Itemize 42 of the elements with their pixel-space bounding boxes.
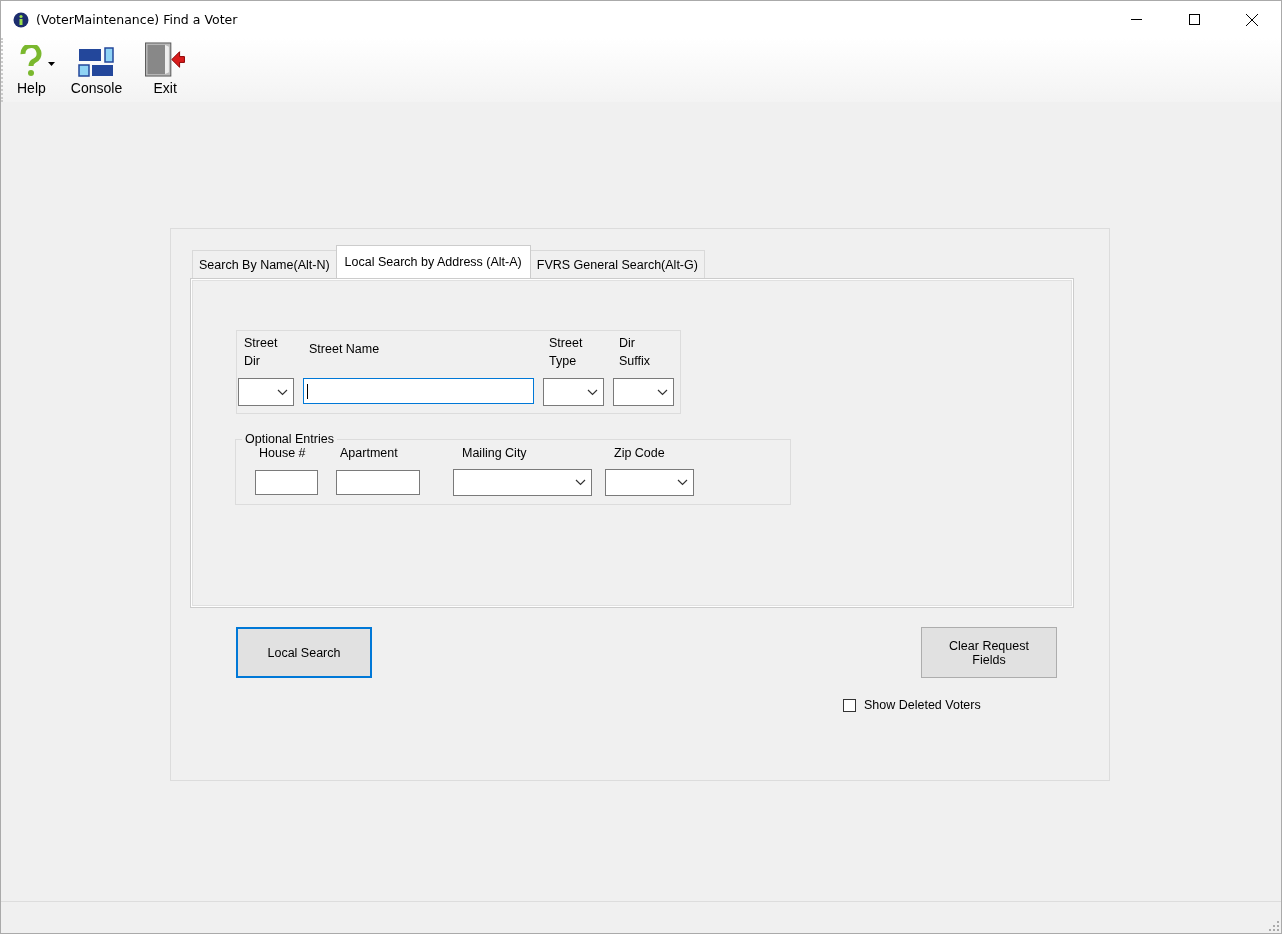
push-button[interactable]: Local Search [236, 627, 372, 678]
input-field[interactable] [336, 470, 420, 495]
field-label: Street Name [308, 341, 381, 358]
dropdown-field[interactable] [543, 378, 604, 406]
dropdown-caret-icon[interactable] [47, 62, 55, 66]
toolbar-button[interactable]: Help [11, 38, 52, 98]
info-person-icon [13, 11, 29, 28]
tab[interactable]: FVRS General Search(Alt-G) [529, 250, 705, 278]
input-field[interactable] [255, 470, 318, 495]
field-label: Apartment [339, 446, 399, 462]
dropdown-field[interactable] [605, 469, 694, 496]
dropdown-field[interactable] [453, 469, 592, 496]
minimize-icon [1130, 19, 1142, 20]
chevron-down-icon [677, 479, 688, 486]
input-field[interactable] [303, 378, 534, 404]
toolbar-button[interactable]: Console [64, 38, 129, 98]
chevron-down-icon [575, 479, 586, 486]
resize-grip-icon [1269, 921, 1279, 931]
tab[interactable]: Search By Name(Alt-N) [192, 250, 337, 278]
chevron-down-icon [657, 388, 668, 396]
panels-icon [78, 47, 115, 77]
dropdown-field[interactable] [613, 378, 674, 406]
field-label: House # [258, 446, 307, 462]
field-label: Zip Code [613, 446, 666, 462]
question-mark-icon [20, 45, 43, 77]
tab[interactable]: Local Search by Address (Alt-A) [335, 245, 531, 278]
door-arrow-icon [144, 42, 187, 77]
field-label: Mailing City [461, 446, 528, 462]
close-icon [1246, 13, 1258, 26]
checkbox-label: Show Deleted Voters [864, 698, 981, 712]
push-button[interactable]: Clear Request Fields [921, 627, 1057, 678]
chevron-down-icon [587, 388, 598, 396]
chevron-down-icon [277, 388, 288, 396]
window-title: (VoterMaintenance) Find a Voter [36, 12, 239, 27]
field-label: Dir Suffix [618, 335, 652, 370]
toolbar-button[interactable]: Exit [138, 38, 193, 98]
dropdown-field[interactable] [238, 378, 294, 406]
field-label: Street Type [548, 335, 584, 370]
maximize-icon [1188, 14, 1200, 25]
field-label: Street Dir [243, 335, 279, 370]
checkbox[interactable] [843, 698, 856, 712]
group-title: Optional Entries [244, 432, 335, 446]
